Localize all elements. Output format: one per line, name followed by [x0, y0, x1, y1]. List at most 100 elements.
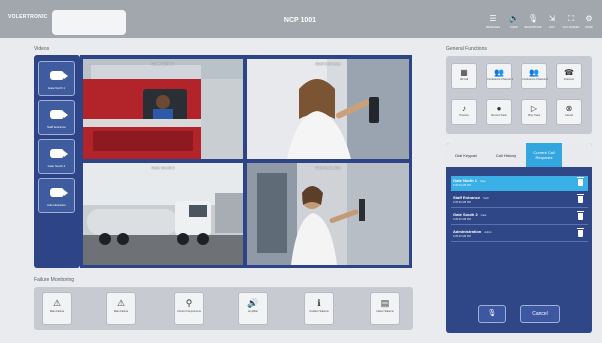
call-request-tag: Gate: [480, 180, 486, 183]
group-icon: 👥: [494, 68, 504, 77]
call-request-time: 4:35:20 AM PM: [453, 184, 471, 187]
call-request-name: Gate North 1: [453, 178, 478, 183]
camera-list: Gate North 1 Staff Entrance Gate South 2…: [34, 55, 80, 268]
exit-button[interactable]: ⇲ EXIT: [543, 14, 561, 30]
call-request-tag: Gate: [480, 214, 487, 217]
outdoor-stations-button[interactable]: ℹ Outdoor Stations: [304, 292, 334, 325]
call-request-item[interactable]: Staff Entrance Staff 4:35:20 AM PM: [451, 193, 588, 208]
video-tile-gate-south-2[interactable]: Gate South 2: [83, 163, 243, 265]
camera-icon: [49, 110, 68, 119]
failure-monitoring-panel: ⚠ Main Failure ⚠ Main Failure ⚲ Control …: [34, 287, 413, 330]
indoor-station-icon: ▤: [380, 298, 390, 308]
videos-section-label: Videos: [34, 46, 50, 52]
call-request-list: Gate North 1 Gate 4:35:20 AM PM Staff Ent…: [451, 176, 588, 244]
camera-button-gate-north-1[interactable]: Gate North 1: [38, 61, 75, 96]
call-panel-tabs: Dial Keypad Call History Current Call Re…: [446, 143, 592, 167]
call-request-time: 4:35:20 AM PM: [453, 201, 471, 204]
call-request-name: Administration: [453, 229, 482, 234]
exit-icon: ⇲: [548, 14, 556, 23]
call-request-item[interactable]: Gate South 2 Gate 4:35:20 AM PM: [451, 210, 588, 225]
control-components-button[interactable]: ⚲ Control Components: [174, 292, 204, 325]
tab-current-call-requests[interactable]: Current Call Requests: [526, 143, 562, 167]
gear-icon: ⚙: [585, 14, 593, 23]
page-title: NCP 1001: [283, 17, 317, 24]
process-button[interactable]: ♪ Process: [451, 99, 477, 125]
video-tile-label: Staff Entrance: [315, 61, 341, 66]
main-failure-button[interactable]: ⚠ Main Failure: [42, 292, 72, 325]
call-request-time: 4:35:20 AM PM: [453, 218, 471, 221]
play-icon: ▷: [530, 104, 538, 113]
camera-icon: [49, 71, 68, 80]
indoor-stations-button[interactable]: ▤ Indoor Stations: [370, 292, 400, 325]
music-note-icon: ♪: [462, 104, 466, 113]
call-request-time: 4:35:20 AM PM: [453, 235, 471, 238]
video-feed-staff-entrance: [247, 59, 409, 159]
intercom-icon: ☎: [564, 68, 574, 77]
record-track-button[interactable]: ● Record Track: [486, 99, 512, 125]
video-tile-label: Gate South 2: [151, 165, 175, 170]
video-tile-gate-north-1[interactable]: Gate North 1: [83, 59, 243, 159]
camera-button-staff-entrance[interactable]: Staff Entrance: [38, 100, 75, 135]
all-call-icon: ▦: [460, 68, 468, 77]
video-tile-staff-entrance[interactable]: Staff Entrance: [247, 59, 409, 159]
list-icon: ☰: [489, 14, 497, 23]
call-panel: Dial Keypad Call History Current Call Re…: [446, 143, 592, 333]
amplifier-icon: 🔊: [247, 298, 259, 308]
microphone-button[interactable]: 🎙 MICROPHONE: [524, 14, 542, 30]
video-feed-tanker-truck: [83, 163, 243, 265]
call-request-tag: Staff: [483, 197, 489, 200]
call-request-tag: Admin: [484, 231, 492, 234]
camera-button-administration[interactable]: Administration: [38, 178, 75, 213]
failure-monitoring-section-label: Failure Monitoring: [34, 277, 75, 283]
messages-button[interactable]: ☰ MESSAGES: [484, 14, 502, 30]
cancel-icon: ⊗: [565, 104, 573, 113]
microphone-icon: 🎙: [487, 310, 497, 317]
microphone-talk-button[interactable]: 🎙: [478, 305, 506, 323]
video-feed-truck-driver: [83, 59, 243, 159]
trash-icon[interactable]: [577, 211, 584, 220]
logo-placeholder-box: [52, 10, 126, 35]
cancel-call-button[interactable]: Cancel: [520, 305, 560, 323]
general-functions-section-label: General Functions: [446, 46, 487, 52]
trash-icon[interactable]: [577, 194, 584, 203]
fullscreen-button[interactable]: ⛶ FULLSCREEN: [562, 14, 580, 30]
video-tile-label: Administration: [315, 165, 341, 170]
all-call-button[interactable]: ▦ All Call: [451, 63, 477, 89]
station-icon: ℹ: [317, 298, 321, 308]
warning-icon: ⚠: [52, 298, 62, 308]
fullscreen-icon: ⛶: [568, 14, 574, 23]
more-button[interactable]: ⚙ MORE: [580, 14, 598, 30]
logo: VOLERTRONIC: [8, 14, 48, 20]
conference-channel-2-button[interactable]: 👥 Conference Channel 2: [521, 63, 548, 89]
tab-call-history[interactable]: Call History: [486, 143, 526, 167]
top-bar: VOLERTRONIC NCP 1001 ☰ MESSAGES 🔈 AUDIO …: [0, 0, 602, 38]
camera-icon: [49, 149, 68, 158]
record-icon: ●: [496, 104, 502, 113]
conference-channel-1-button[interactable]: 👥 Conference Channel 1: [486, 63, 513, 89]
amplifier-button[interactable]: 🔊 Amplifier: [238, 292, 268, 325]
video-tile-label: Gate North 1: [151, 61, 175, 66]
warning-icon: ⚠: [116, 298, 126, 308]
video-feed-administration: [247, 163, 409, 265]
camera-icon: [49, 188, 68, 197]
camera-button-gate-south-2[interactable]: Gate South 2: [38, 139, 75, 174]
tab-dial-keypad[interactable]: Dial Keypad: [446, 143, 486, 167]
call-request-name: Staff Entrance: [453, 195, 481, 200]
call-request-name: Gate South 2: [453, 212, 478, 217]
microphone-icon: 🎙: [527, 14, 539, 23]
call-request-item[interactable]: Gate North 1 Gate 4:35:20 AM PM: [451, 176, 588, 191]
general-functions-panel: ▦ All Call 👥 Conference Channel 1 👥 Conf…: [446, 56, 592, 134]
trash-icon[interactable]: [577, 228, 584, 237]
speaker-icon: 🔈: [509, 14, 519, 23]
main-failure-button-2[interactable]: ⚠ Main Failure: [106, 292, 136, 325]
cancel-function-button[interactable]: ⊗ Cancel: [556, 99, 582, 125]
video-grid: Gate North 1 Staff Entrance Gate South 2…: [80, 55, 412, 268]
intercom-button[interactable]: ☎ Intercom: [556, 63, 582, 89]
video-tile-administration[interactable]: Administration: [247, 163, 409, 265]
audio-button[interactable]: 🔈 AUDIO: [505, 14, 523, 30]
play-track-button[interactable]: ▷ Play Track: [521, 99, 547, 125]
component-icon: ⚲: [185, 298, 193, 308]
call-request-item[interactable]: Administration Admin 4:35:20 AM PM: [451, 227, 588, 242]
trash-icon[interactable]: [577, 177, 584, 186]
group-icon: 👥: [529, 68, 539, 77]
